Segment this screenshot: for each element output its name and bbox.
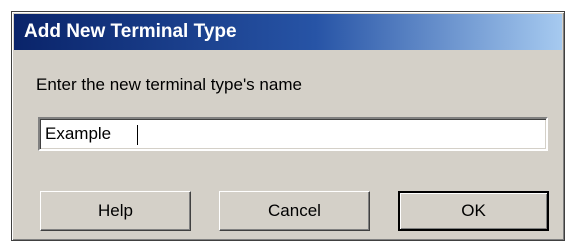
text-caret [137,125,138,145]
cancel-button[interactable]: Cancel [219,191,370,231]
title-bar[interactable]: Add New Terminal Type [14,14,562,50]
help-button[interactable]: Help [40,191,191,231]
terminal-type-name-input[interactable] [43,122,525,146]
prompt-label: Enter the new terminal type's name [36,75,302,94]
ok-button[interactable]: OK [398,191,549,231]
add-terminal-type-dialog: Add New Terminal Type Enter the new term… [11,11,565,241]
terminal-type-name-field[interactable] [38,117,548,151]
dialog-title: Add New Terminal Type [24,21,237,42]
